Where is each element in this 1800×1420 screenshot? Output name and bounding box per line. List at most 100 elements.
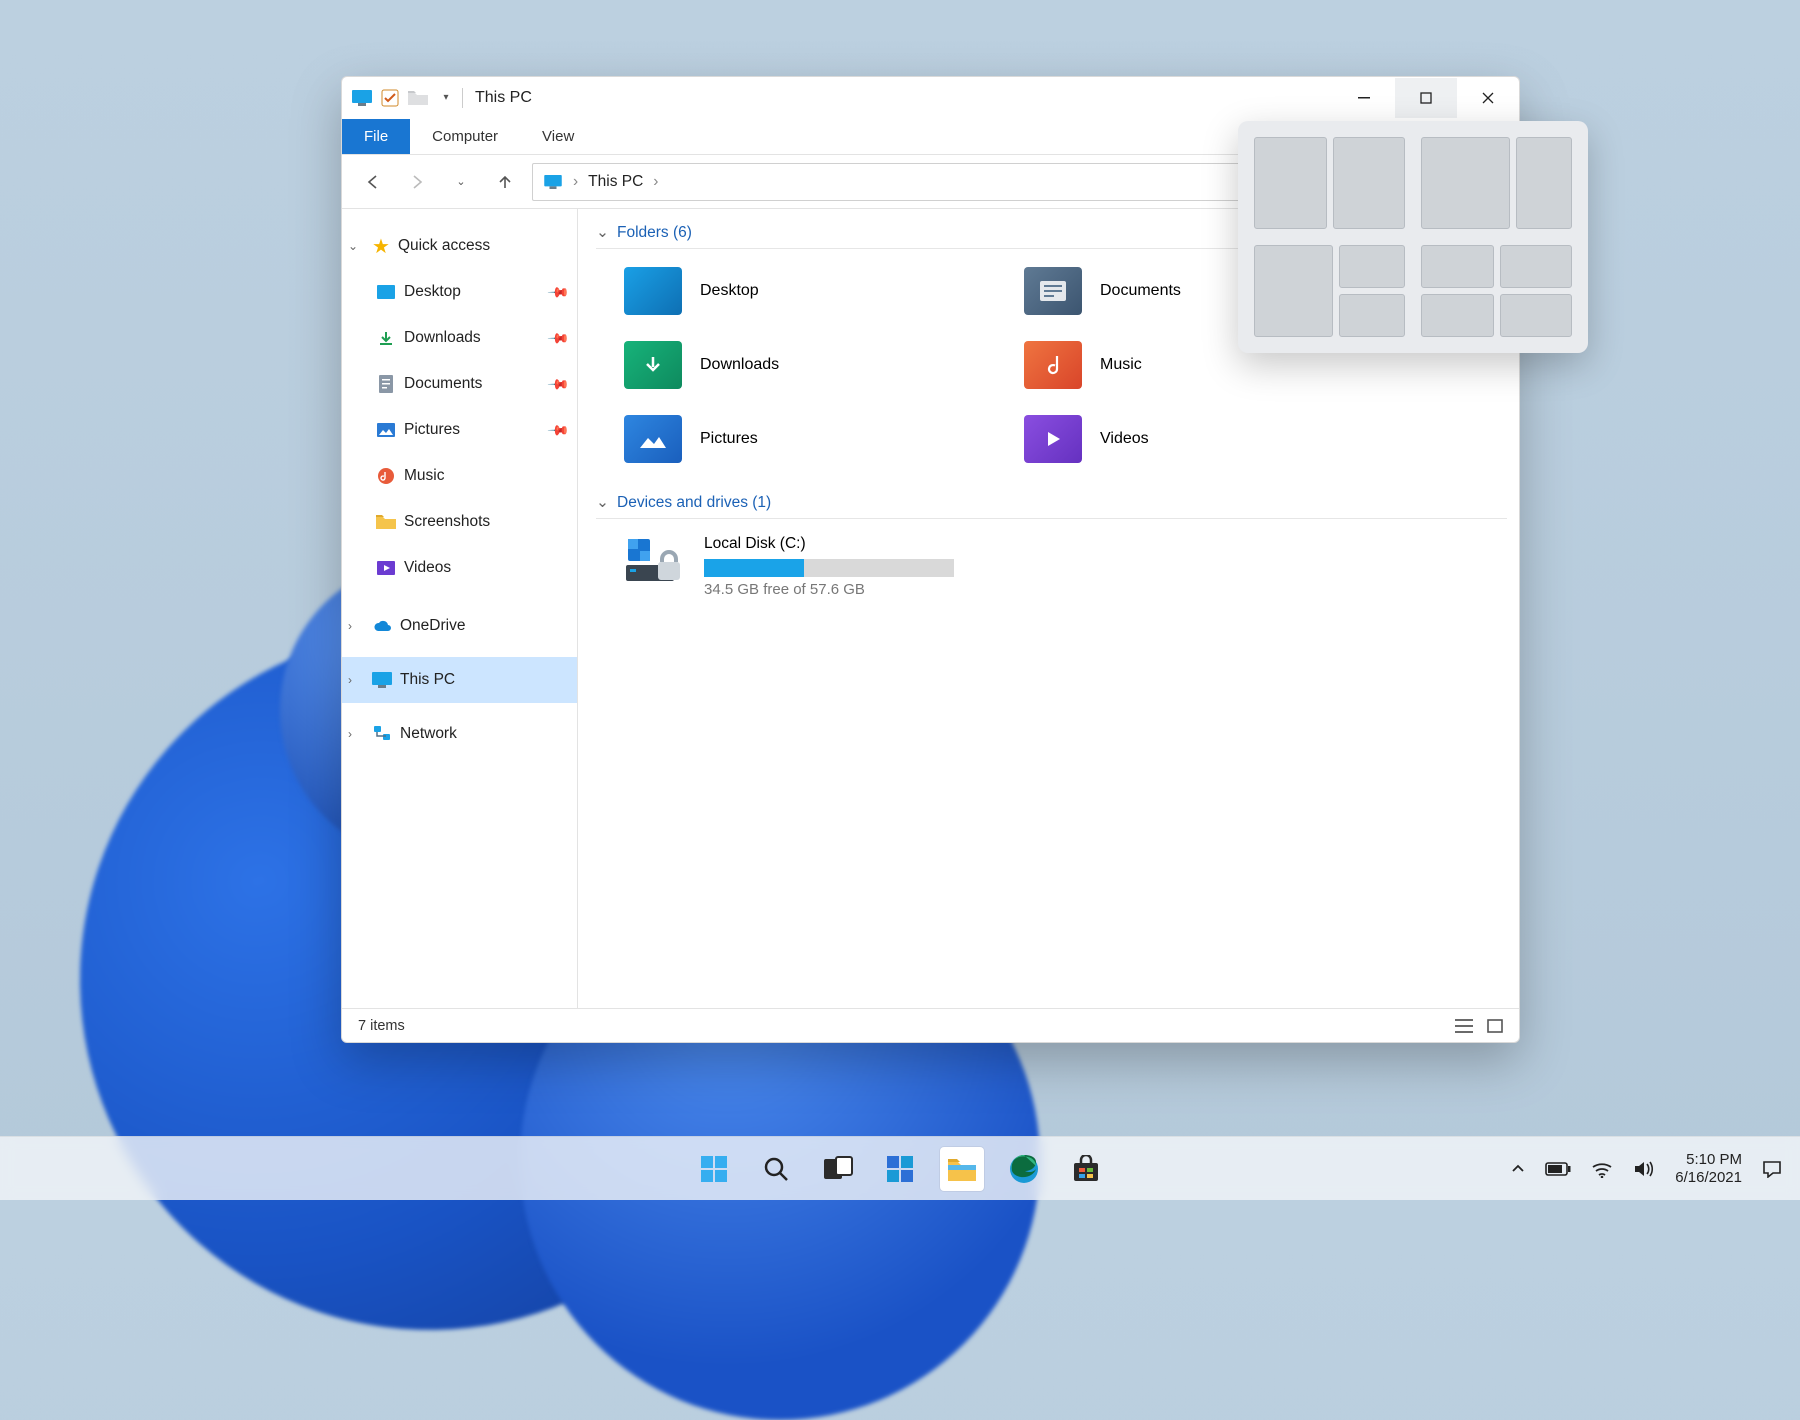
battery-icon[interactable] bbox=[1545, 1162, 1571, 1176]
monitor-icon bbox=[372, 670, 392, 690]
widgets-button[interactable] bbox=[878, 1147, 922, 1191]
tree-label: This PC bbox=[400, 671, 455, 689]
folder-videos[interactable]: Videos bbox=[1024, 415, 1404, 463]
tree-label: Desktop bbox=[404, 283, 461, 301]
taskbar: 5:10 PM 6/16/2021 bbox=[0, 1136, 1800, 1200]
drive-name: Local Disk (C:) bbox=[704, 535, 954, 553]
clock[interactable]: 5:10 PM 6/16/2021 bbox=[1675, 1151, 1742, 1187]
chevron-right-icon[interactable]: › bbox=[348, 727, 364, 741]
tree-label: Videos bbox=[404, 559, 451, 577]
folder-downloads[interactable]: Downloads bbox=[624, 341, 1004, 389]
taskbar-store[interactable] bbox=[1064, 1147, 1108, 1191]
folder-label: Videos bbox=[1100, 430, 1149, 448]
folder-desktop[interactable]: Desktop bbox=[624, 267, 1004, 315]
menu-file[interactable]: File bbox=[342, 119, 410, 154]
network-icon bbox=[372, 724, 392, 744]
wifi-icon[interactable] bbox=[1591, 1160, 1613, 1178]
taskbar-explorer[interactable] bbox=[940, 1147, 984, 1191]
volume-icon[interactable] bbox=[1633, 1160, 1655, 1178]
titlebar: ▾ This PC bbox=[342, 77, 1519, 119]
snap-layouts-popup bbox=[1238, 121, 1588, 353]
tree-label: Pictures bbox=[404, 421, 460, 439]
tree-onedrive[interactable]: › OneDrive bbox=[342, 603, 577, 649]
snap-layout-three[interactable] bbox=[1254, 245, 1405, 337]
pin-icon: 📌 bbox=[546, 280, 570, 304]
nav-up-button[interactable] bbox=[488, 165, 522, 199]
tree-network[interactable]: › Network bbox=[342, 711, 577, 757]
tree-label: Downloads bbox=[404, 329, 481, 347]
details-view-icon[interactable] bbox=[1455, 1019, 1473, 1033]
desktop-icon bbox=[376, 282, 396, 302]
folder-label: Documents bbox=[1100, 282, 1181, 300]
qat-dropdown-icon[interactable]: ▾ bbox=[436, 88, 456, 108]
nav-recent-dropdown[interactable]: ⌄ bbox=[444, 165, 478, 199]
clock-date: 6/16/2021 bbox=[1675, 1169, 1742, 1187]
drive-free-text: 34.5 GB free of 57.6 GB bbox=[704, 581, 954, 598]
chevron-right-icon[interactable]: › bbox=[348, 619, 364, 633]
chevron-down-icon[interactable]: ⌄ bbox=[348, 239, 364, 253]
properties-icon[interactable] bbox=[380, 88, 400, 108]
status-bar: 7 items bbox=[342, 1008, 1519, 1042]
taskbar-center bbox=[692, 1147, 1108, 1191]
tree-item-music[interactable]: Music bbox=[342, 453, 577, 499]
monitor-icon bbox=[543, 172, 563, 192]
nav-back-button[interactable] bbox=[356, 165, 390, 199]
videos-folder-icon bbox=[1024, 415, 1082, 463]
drive-icon bbox=[624, 535, 686, 587]
tree-item-desktop[interactable]: Desktop 📌 bbox=[342, 269, 577, 315]
navigation-pane: ⌄ ★ Quick access Desktop 📌 Downloads 📌 D… bbox=[342, 209, 578, 1008]
pin-icon: 📌 bbox=[546, 418, 570, 442]
nav-forward-button[interactable] bbox=[400, 165, 434, 199]
pictures-folder-icon bbox=[624, 415, 682, 463]
breadcrumb-root[interactable]: This PC bbox=[588, 173, 643, 191]
folder-qat-icon[interactable] bbox=[408, 88, 428, 108]
clock-time: 5:10 PM bbox=[1675, 1151, 1742, 1169]
documents-folder-icon bbox=[1024, 267, 1082, 315]
notifications-icon[interactable] bbox=[1762, 1160, 1782, 1178]
section-label: Folders (6) bbox=[617, 224, 692, 242]
close-button[interactable] bbox=[1457, 78, 1519, 118]
large-icons-view-icon[interactable] bbox=[1487, 1019, 1503, 1033]
chevron-right-icon[interactable]: › bbox=[348, 673, 364, 687]
section-label: Devices and drives (1) bbox=[617, 494, 771, 512]
system-tray: 5:10 PM 6/16/2021 bbox=[1511, 1151, 1782, 1187]
pin-icon: 📌 bbox=[546, 372, 570, 396]
minimize-button[interactable] bbox=[1333, 78, 1395, 118]
tree-label: Network bbox=[400, 725, 457, 743]
maximize-button[interactable] bbox=[1395, 78, 1457, 118]
chevron-right-icon: › bbox=[653, 173, 658, 191]
pin-icon: 📌 bbox=[546, 326, 570, 350]
section-drives-header[interactable]: ⌄ Devices and drives (1) bbox=[596, 487, 1507, 519]
cloud-icon bbox=[372, 616, 392, 636]
menu-computer[interactable]: Computer bbox=[410, 119, 520, 154]
taskbar-edge[interactable] bbox=[1002, 1147, 1046, 1191]
tree-item-videos[interactable]: Videos bbox=[342, 545, 577, 591]
snap-layout-quad[interactable] bbox=[1421, 245, 1572, 337]
task-view-button[interactable] bbox=[816, 1147, 860, 1191]
start-button[interactable] bbox=[692, 1147, 736, 1191]
tree-item-documents[interactable]: Documents 📌 bbox=[342, 361, 577, 407]
tree-this-pc[interactable]: › This PC bbox=[342, 657, 577, 703]
snap-layout-split-half[interactable] bbox=[1254, 137, 1405, 229]
folder-pictures[interactable]: Pictures bbox=[624, 415, 1004, 463]
tray-overflow-icon[interactable] bbox=[1511, 1162, 1525, 1176]
drive-local-c[interactable]: Local Disk (C:) 34.5 GB free of 57.6 GB bbox=[590, 519, 1507, 598]
music-icon bbox=[376, 466, 396, 486]
menu-view[interactable]: View bbox=[520, 119, 596, 154]
search-button[interactable] bbox=[754, 1147, 798, 1191]
tree-quick-access[interactable]: ⌄ ★ Quick access bbox=[342, 223, 577, 269]
separator bbox=[462, 88, 463, 108]
chevron-down-icon: ⌄ bbox=[596, 493, 609, 512]
download-icon bbox=[376, 328, 396, 348]
chevron-down-icon: ⌄ bbox=[596, 223, 609, 242]
music-folder-icon bbox=[1024, 341, 1082, 389]
window-title: This PC bbox=[475, 89, 532, 107]
folder-label: Music bbox=[1100, 356, 1142, 374]
folder-icon bbox=[376, 512, 396, 532]
star-icon: ★ bbox=[372, 234, 390, 259]
tree-item-pictures[interactable]: Pictures 📌 bbox=[342, 407, 577, 453]
tree-item-downloads[interactable]: Downloads 📌 bbox=[342, 315, 577, 361]
tree-item-screenshots[interactable]: Screenshots bbox=[342, 499, 577, 545]
pictures-icon bbox=[376, 420, 396, 440]
snap-layout-split-wide[interactable] bbox=[1421, 137, 1572, 229]
